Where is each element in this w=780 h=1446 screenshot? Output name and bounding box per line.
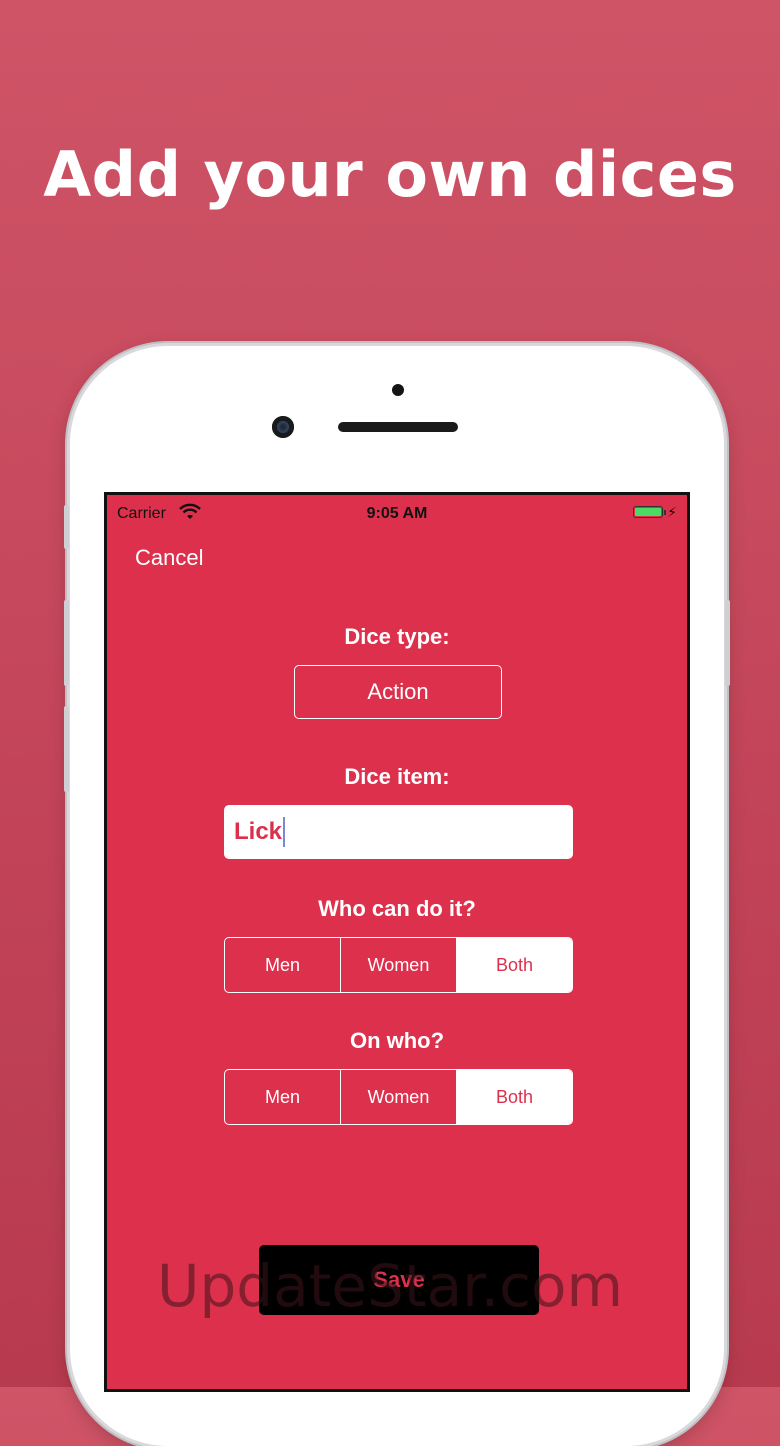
earpiece-speaker <box>338 422 458 432</box>
dice-item-label: Dice item: <box>344 764 450 789</box>
on-who-label: On who? <box>349 1028 445 1053</box>
watermark: UpdateStar.com <box>157 1252 623 1320</box>
battery-tip <box>664 510 666 515</box>
status-time: 9:05 AM <box>366 505 428 522</box>
dice-type-button[interactable]: Action <box>294 665 502 719</box>
status-bar: Carrier 9:05 AM ⚡ <box>107 495 687 531</box>
phone-power-button <box>725 600 730 686</box>
who-can-do-label: Who can do it? <box>318 896 476 921</box>
proximity-sensor <box>392 384 404 396</box>
dice-item-input[interactable]: Lick <box>224 805 573 859</box>
charging-bolt-icon: ⚡ <box>667 504 677 520</box>
on-who-option-women[interactable]: Women <box>341 1070 457 1124</box>
phone-volume-down <box>64 706 69 792</box>
dice-type-label: Dice type: <box>344 624 450 649</box>
on-who-option-both[interactable]: Both <box>457 1070 572 1124</box>
dice-item-value: Lick <box>234 818 283 845</box>
battery-icon <box>633 506 663 518</box>
who-option-women[interactable]: Women <box>341 938 457 992</box>
who-option-men[interactable]: Men <box>225 938 341 992</box>
phone-mute-switch <box>64 505 69 549</box>
on-who-segmented-control[interactable]: Men Women Both <box>224 1069 573 1125</box>
headline: Add your own dices <box>43 138 737 211</box>
text-caret <box>283 817 286 847</box>
phone-volume-up <box>64 600 69 686</box>
cancel-button[interactable]: Cancel <box>135 545 203 571</box>
who-option-both[interactable]: Both <box>457 938 572 992</box>
front-camera-icon <box>272 416 294 438</box>
who-can-do-segmented-control[interactable]: Men Women Both <box>224 937 573 993</box>
on-who-option-men[interactable]: Men <box>225 1070 341 1124</box>
